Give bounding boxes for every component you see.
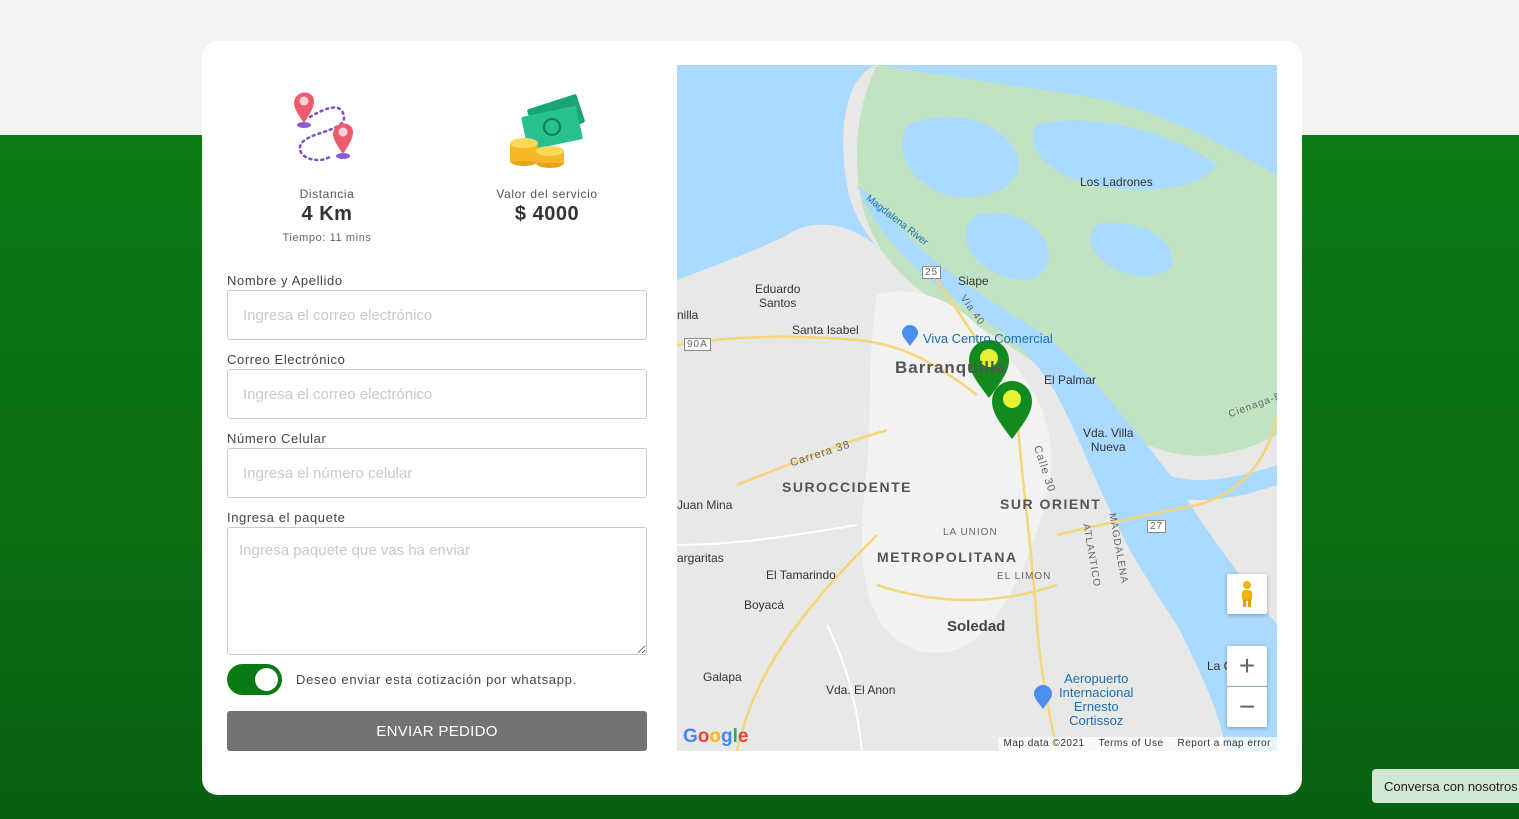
map-label-soledad: Soledad: [947, 618, 1006, 635]
time-text: Tiempo: 11 mins: [282, 232, 372, 244]
zoom-out-button[interactable]: −: [1227, 687, 1267, 727]
map-label-margaritas: argaritas: [677, 551, 724, 565]
package-textarea[interactable]: [227, 527, 647, 655]
map-label-juan-mina: Juan Mina: [677, 498, 733, 512]
map-label-galapa: Galapa: [703, 670, 742, 684]
map-label-el-limon: EL LIMON: [997, 571, 1052, 582]
price-stat: Valor del servicio $ 4000: [447, 87, 647, 226]
map-label-aeropuerto: Aeropuerto Internacional Ernesto Cortiss…: [1059, 671, 1134, 728]
phone-label: Número Celular: [227, 431, 327, 446]
package-label: Ingresa el paquete: [227, 510, 346, 525]
money-coins-icon: [510, 94, 585, 168]
whatsapp-toggle-row: Deseo enviar esta cotización por whatsap…: [227, 663, 647, 695]
map-label-boyaca: Boyacá: [744, 598, 785, 612]
email-label: Correo Electrónico: [227, 352, 346, 367]
chat-widget-tab[interactable]: Conversa con nosotros: [1372, 769, 1519, 803]
map-label-santa-isabel: Santa Isabel: [792, 323, 859, 337]
map-label-siape: Siape: [958, 274, 989, 288]
courier-pin-icon: [992, 381, 1032, 439]
route-shield-90a: 90A: [684, 338, 711, 351]
submit-order-button[interactable]: ENVIAR PEDIDO: [227, 711, 647, 751]
distance-label: Distancia: [299, 187, 355, 201]
map-data-text: Map data ©2021: [1003, 738, 1085, 749]
map-label-la-union: LA UNION: [943, 527, 998, 538]
map-footer: Map data ©2021 Terms of Use Report a map…: [997, 737, 1277, 751]
map-label-eduardo-santos: Eduardo Santos: [755, 282, 801, 310]
order-form: Nombre y Apellido Correo Electrónico Núm…: [227, 271, 647, 751]
zoom-in-button[interactable]: +: [1227, 646, 1267, 686]
report-error-link[interactable]: Report a map error: [1178, 738, 1271, 750]
map-label-nilla: nilla: [677, 308, 699, 322]
pegman-icon: [1242, 581, 1252, 607]
map-canvas: [677, 65, 1277, 751]
whatsapp-toggle[interactable]: [227, 663, 282, 695]
map-label-los-ladrones: Los Ladrones: [1080, 175, 1153, 189]
order-card: Distancia 4 Km Tiempo: 11 mins Valor del…: [202, 41, 1302, 795]
distance-value: 4 Km: [301, 203, 353, 225]
map-label-el-palmar: El Palmar: [1044, 373, 1097, 387]
map-label-vda-villa-nueva: Vda. Villa Nueva: [1083, 426, 1134, 454]
map-label-sur-orient: SUR ORIENT: [1000, 496, 1102, 512]
map-label-el-tamarindo: El Tamarindo: [766, 568, 836, 582]
price-value: $ 4000: [514, 203, 580, 225]
google-logo[interactable]: Google: [683, 726, 748, 748]
airport-icon: [1034, 685, 1052, 709]
map-label-suroccidente: SUROCCIDENTE: [782, 479, 913, 495]
route-pins-icon: [294, 92, 353, 162]
name-label: Nombre y Apellido: [227, 273, 343, 288]
map-label-viva-centro: Viva Centro Comercial: [923, 331, 1053, 346]
name-input[interactable]: [227, 290, 647, 340]
street-view-pegman[interactable]: [1227, 574, 1267, 614]
route-shield-27: 27: [1147, 520, 1167, 533]
toggle-knob: [255, 667, 278, 691]
phone-input[interactable]: [227, 448, 647, 498]
route-shield-25: 25: [922, 266, 942, 279]
terms-link[interactable]: Terms of Use: [1099, 738, 1164, 750]
map-label-vda-el-anon: Vda. El Anon: [826, 683, 896, 697]
distance-stat: Distancia 4 Km Tiempo: 11 mins: [227, 87, 427, 244]
email-input[interactable]: [227, 369, 647, 419]
price-label: Valor del servicio: [496, 187, 598, 201]
map-label-metropolitana: METROPOLITANA: [877, 549, 1018, 565]
whatsapp-toggle-label: Deseo enviar esta cotización por whatsap…: [296, 671, 577, 687]
map-label-barranquilla: Barranquilla: [895, 358, 1007, 377]
place-icon: [902, 325, 918, 346]
route-map[interactable]: Los Ladrones Magdalena River Siape Eduar…: [677, 65, 1277, 751]
